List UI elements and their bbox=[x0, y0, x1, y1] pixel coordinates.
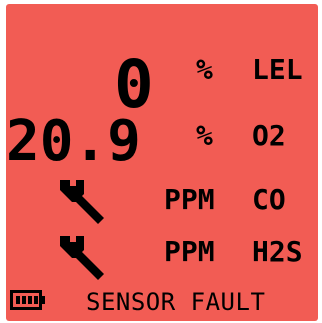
h2s-gas-label: H2S bbox=[252, 235, 303, 268]
lel-gas-label: LEL bbox=[252, 53, 303, 86]
co-unit: PPM bbox=[164, 183, 215, 216]
h2s-unit: PPM bbox=[164, 235, 215, 268]
o2-reading: 20.9 bbox=[6, 109, 141, 174]
gas-monitor-display: 0 % LEL 20.9 % O2 PPM CO PPM H2S SENSOR … bbox=[6, 4, 318, 321]
o2-unit: % bbox=[196, 119, 213, 152]
o2-gas-label: O2 bbox=[252, 119, 286, 152]
wrench-icon bbox=[60, 236, 104, 280]
battery-icon bbox=[10, 290, 45, 310]
lel-unit: % bbox=[196, 53, 213, 86]
co-gas-label: CO bbox=[252, 183, 286, 216]
status-message: SENSOR FAULT bbox=[86, 288, 266, 316]
wrench-icon bbox=[60, 180, 104, 224]
